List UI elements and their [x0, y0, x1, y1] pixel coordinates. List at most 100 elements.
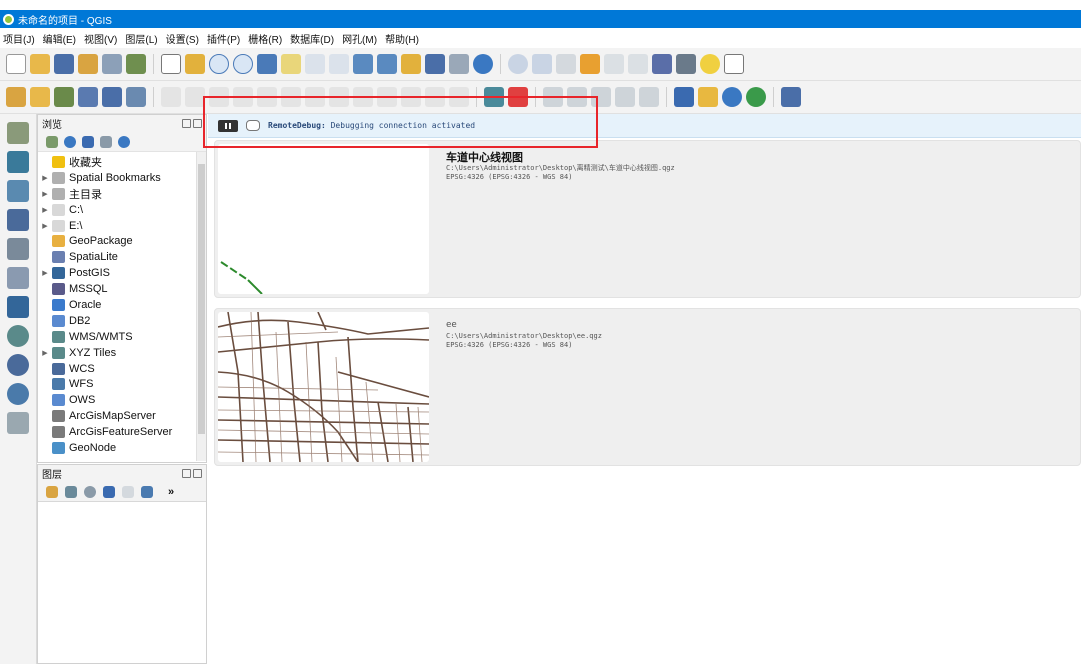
menu-help[interactable]: 帮助(H) [385, 31, 419, 46]
add-selected-layers-icon[interactable] [46, 135, 58, 148]
add-wcs-layer-icon[interactable] [7, 354, 29, 376]
manage-visibility-icon[interactable] [84, 485, 96, 498]
plugin-refresh-icon[interactable] [722, 87, 742, 107]
zoom-full-icon[interactable] [257, 54, 277, 74]
label-properties-icon[interactable] [639, 87, 659, 107]
add-raster-icon[interactable] [126, 87, 146, 107]
recent-project-card[interactable]: 车道中心线视图 C:\Users\Administrator\Desktop\离… [214, 140, 1081, 298]
map-tips-icon[interactable] [700, 54, 720, 74]
new-print-layout-icon[interactable] [78, 54, 98, 74]
add-virtual-layer-icon[interactable] [7, 267, 29, 289]
new-gpx-icon[interactable] [102, 87, 122, 107]
more-tools-icon[interactable]: » [168, 486, 174, 498]
new-temporary-layer-icon[interactable] [7, 412, 29, 434]
deselect-icon[interactable] [580, 54, 600, 74]
properties-icon[interactable] [118, 135, 130, 148]
layout-manager-icon[interactable] [102, 54, 122, 74]
close-panel-icon[interactable] [193, 469, 202, 478]
browser-item[interactable]: DB2 [38, 313, 206, 329]
expand-arrow-icon[interactable]: ▶ [38, 206, 52, 214]
scrollbar-thumb[interactable] [198, 164, 205, 434]
browser-item[interactable]: ▶ XYZ Tiles [38, 345, 206, 361]
open-project-icon[interactable] [30, 54, 50, 74]
add-wfs-layer-icon[interactable] [7, 383, 29, 405]
pan-hand-icon[interactable] [161, 54, 181, 74]
pan-to-selection-icon[interactable] [185, 54, 205, 74]
menu-edit[interactable]: 编辑(E) [43, 31, 76, 46]
text-annotation-icon[interactable] [724, 54, 744, 74]
add-vector-layer-icon[interactable] [7, 122, 29, 144]
expand-arrow-icon[interactable]: ▶ [38, 269, 52, 277]
data-source-manager-icon[interactable] [6, 87, 26, 107]
expand-arrow-icon[interactable]: ▶ [38, 174, 52, 182]
add-mesh-layer-icon[interactable] [7, 180, 29, 202]
identify-icon[interactable] [508, 54, 528, 74]
zoom-next-icon[interactable] [377, 54, 397, 74]
new-map-view-icon[interactable] [401, 54, 421, 74]
browser-item[interactable]: ▶ C:\ [38, 202, 206, 218]
filter-expression-icon[interactable] [122, 485, 134, 498]
collapse-all-icon[interactable] [100, 135, 112, 148]
browser-item[interactable]: ArcGisMapServer [38, 408, 206, 424]
browser-item[interactable]: MSSQL [38, 281, 206, 297]
filter-legend-icon[interactable] [103, 485, 115, 498]
zoom-out-icon[interactable] [233, 54, 253, 74]
style-manager-icon[interactable] [126, 54, 146, 74]
zoom-last-icon[interactable] [353, 54, 373, 74]
browser-item[interactable]: ▶ PostGIS [38, 265, 206, 281]
expand-arrow-icon[interactable]: ▶ [38, 190, 52, 198]
browser-item[interactable]: WFS [38, 376, 206, 392]
recent-project-card[interactable]: ee C:\Users\Administrator\Desktop\ee.qgz… [214, 308, 1081, 466]
expand-arrow-icon[interactable]: ▶ [38, 222, 52, 230]
measure-icon[interactable] [676, 54, 696, 74]
new-shapefile-icon[interactable] [54, 87, 74, 107]
browser-item[interactable]: ▶ E:\ [38, 218, 206, 234]
select-features-icon[interactable] [532, 54, 552, 74]
plugin-tool-icon[interactable] [698, 87, 718, 107]
menu-view[interactable]: 视图(V) [84, 31, 117, 46]
menu-database[interactable]: 数据库(D) [290, 31, 334, 46]
menu-mesh[interactable]: 网孔(M) [342, 31, 377, 46]
menu-settings[interactable]: 设置(S) [166, 31, 199, 46]
browser-item[interactable]: OWS [38, 392, 206, 408]
browser-item[interactable]: 收藏夹 [38, 154, 206, 170]
save-project-icon[interactable] [54, 54, 74, 74]
browser-item[interactable]: SpatiaLite [38, 249, 206, 265]
save-edits-icon[interactable] [185, 87, 205, 107]
style-panel-icon[interactable] [46, 485, 58, 498]
browser-scrollbar[interactable] [196, 152, 206, 461]
add-vector-layer-icon[interactable] [30, 87, 50, 107]
zoom-to-layer-icon[interactable] [305, 54, 325, 74]
edit-pencil-icon[interactable] [161, 87, 181, 107]
browser-item[interactable]: WMS/WMTS [38, 329, 206, 345]
zoom-to-native-icon[interactable] [329, 54, 349, 74]
plugin-bug-icon[interactable] [746, 87, 766, 107]
menu-layer[interactable]: 图层(L) [125, 31, 157, 46]
label-show-hide-icon[interactable] [615, 87, 635, 107]
menu-project[interactable]: 项目(J) [3, 31, 35, 46]
new-project-icon[interactable] [6, 54, 26, 74]
browser-item[interactable]: ▶ 主目录 [38, 186, 206, 202]
filter-icon[interactable] [82, 135, 94, 148]
browser-item[interactable]: GeoNode [38, 440, 206, 456]
zoom-in-icon[interactable] [209, 54, 229, 74]
float-panel-icon[interactable] [182, 119, 191, 128]
browser-item[interactable]: ArcGisFeatureServer [38, 424, 206, 440]
field-calculator-icon[interactable] [604, 54, 624, 74]
add-postgis-layer-icon[interactable] [7, 296, 29, 318]
refresh-icon[interactable] [473, 54, 493, 74]
show-bookmarks-icon[interactable] [449, 54, 469, 74]
add-spatialite-layer-icon[interactable] [7, 238, 29, 260]
browser-item[interactable]: Oracle [38, 297, 206, 313]
float-panel-icon[interactable] [182, 469, 191, 478]
new-bookmark-icon[interactable] [425, 54, 445, 74]
refresh-icon[interactable] [64, 135, 76, 148]
browser-item[interactable]: GeoPackage [38, 233, 206, 249]
python-console-icon[interactable] [674, 87, 694, 107]
menu-plugins[interactable]: 插件(P) [207, 31, 240, 46]
browser-item[interactable]: WCS [38, 361, 206, 377]
statistics-icon[interactable] [628, 54, 648, 74]
browser-item[interactable]: ▶ Spatial Bookmarks [38, 170, 206, 186]
menu-raster[interactable]: 栅格(R) [248, 31, 282, 46]
sigma-icon[interactable] [652, 54, 672, 74]
